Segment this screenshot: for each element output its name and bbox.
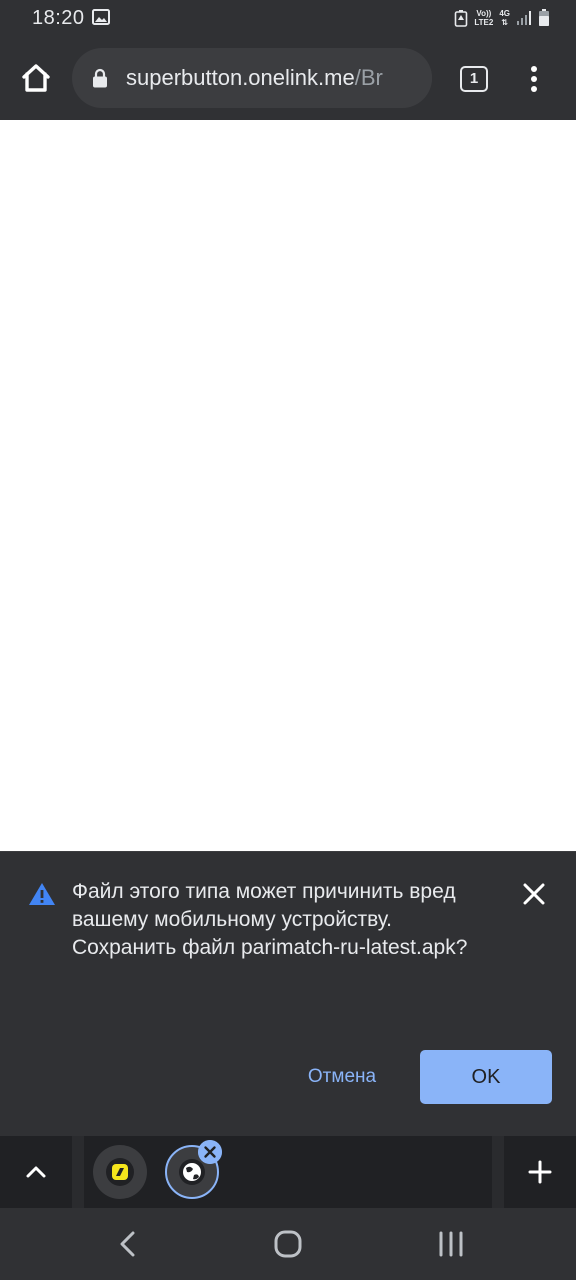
- tab-strip: [0, 1136, 576, 1208]
- battery-icon: [539, 9, 549, 26]
- browser-toolbar: superbutton.onelink.me/Br 1: [0, 36, 576, 120]
- home-nav-icon[interactable]: [272, 1228, 304, 1260]
- ok-button[interactable]: OK: [420, 1050, 552, 1104]
- url-host: superbutton.onelink.me: [126, 65, 355, 90]
- cancel-button[interactable]: Отмена: [290, 1050, 394, 1104]
- lock-icon: [93, 68, 107, 88]
- network-type: 4G ⇅: [499, 9, 510, 27]
- url-text: superbutton.onelink.me/Br: [126, 65, 383, 91]
- close-icon[interactable]: [518, 878, 550, 910]
- volte-label: Vo)) LTE2: [474, 9, 494, 27]
- recent-apps-icon[interactable]: [434, 1228, 468, 1260]
- web-content[interactable]: [0, 120, 576, 851]
- tab-parimatch[interactable]: [93, 1145, 147, 1199]
- data-saver-icon: [455, 10, 468, 27]
- system-nav-bar: [0, 1208, 576, 1280]
- status-bar: 18:20 Vo)) LTE2 4G ⇅: [0, 0, 576, 36]
- url-bar[interactable]: superbutton.onelink.me/Br: [72, 48, 432, 108]
- tab-close-icon[interactable]: [198, 1140, 222, 1164]
- strip-divider: [72, 1136, 84, 1208]
- gallery-notification-icon: [92, 9, 110, 25]
- status-time: 18:20: [32, 7, 85, 29]
- url-fade: [392, 48, 432, 108]
- tab-switcher-button[interactable]: 1: [460, 66, 488, 92]
- more-menu-icon[interactable]: [524, 64, 544, 94]
- warning-icon: [29, 883, 55, 905]
- download-warning-infobar: Файл этого типа может причинить вред ваш…: [0, 851, 576, 1136]
- add-tab-icon[interactable]: [504, 1136, 576, 1208]
- url-path: /Br: [354, 65, 383, 90]
- parimatch-favicon-icon: [106, 1158, 134, 1186]
- signal-icon: [517, 11, 531, 25]
- chevron-up-icon[interactable]: [0, 1136, 72, 1208]
- warning-message: Файл этого типа может причинить вред ваш…: [72, 880, 468, 959]
- back-icon[interactable]: [112, 1228, 144, 1260]
- home-icon[interactable]: [18, 60, 54, 96]
- strip-divider: [492, 1136, 504, 1208]
